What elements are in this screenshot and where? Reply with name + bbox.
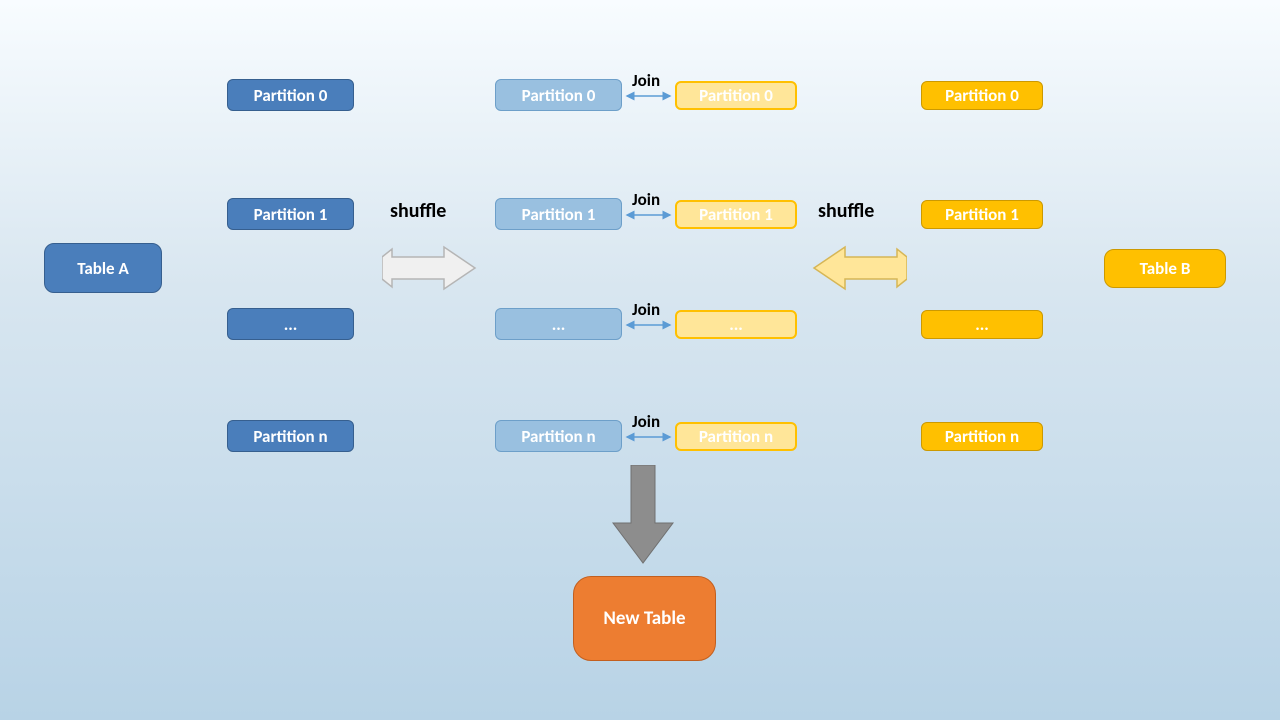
join-right-n: Partition n <box>675 422 797 451</box>
join-label-0: Join <box>632 70 660 91</box>
join-arrow-1 <box>622 210 675 220</box>
shuffle-left-label: shuffle <box>390 199 446 223</box>
join-label-3: Join <box>632 411 660 432</box>
new-table-box: New Table <box>573 576 716 661</box>
join-label-1: Join <box>632 189 660 210</box>
join-label-2: Join <box>632 299 660 320</box>
partition-b-0: Partition 0 <box>921 81 1043 110</box>
join-arrow-0 <box>622 91 675 101</box>
partition-a-1: Partition 1 <box>227 198 354 230</box>
down-arrow <box>611 465 675 565</box>
shuffle-arrow-left <box>382 245 477 291</box>
table-a-box: Table A <box>44 243 162 293</box>
partition-b-1: Partition 1 <box>921 200 1043 229</box>
partition-a-0: Partition 0 <box>227 79 354 111</box>
join-right-ellipsis: ... <box>675 310 797 339</box>
join-left-ellipsis: ... <box>495 308 622 340</box>
join-arrow-2 <box>622 320 675 330</box>
join-left-1: Partition 1 <box>495 198 622 230</box>
shuffle-arrow-right <box>812 245 907 291</box>
join-right-1: Partition 1 <box>675 200 797 229</box>
shuffle-right-label: shuffle <box>818 199 874 223</box>
table-b-box: Table B <box>1104 249 1226 288</box>
partition-a-n: Partition n <box>227 420 354 452</box>
partition-b-n: Partition n <box>921 422 1043 451</box>
join-left-n: Partition n <box>495 420 622 452</box>
join-right-0: Partition 0 <box>675 81 797 110</box>
join-arrow-3 <box>622 432 675 442</box>
partition-b-ellipsis: ... <box>921 310 1043 339</box>
join-left-0: Partition 0 <box>495 79 622 111</box>
partition-a-ellipsis: ... <box>227 308 354 340</box>
